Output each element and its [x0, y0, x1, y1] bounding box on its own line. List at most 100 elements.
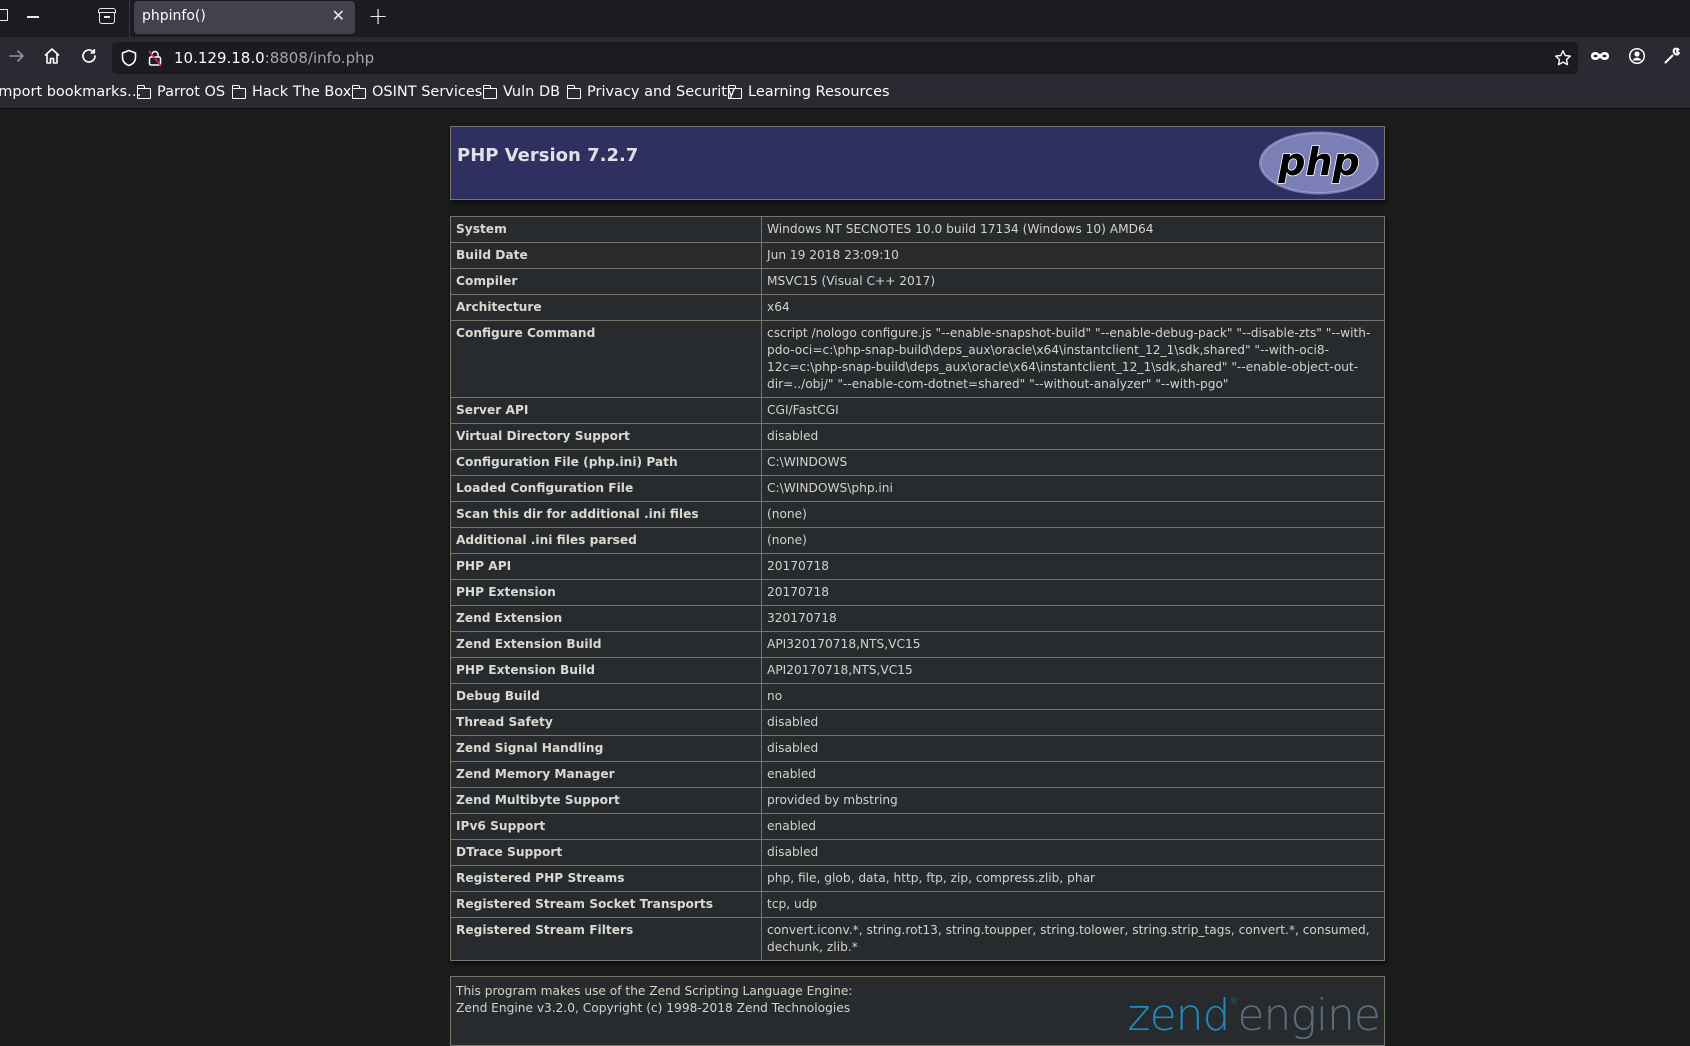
row-value: provided by mbstring	[761, 787, 1385, 814]
bookmark-folder-vuln-db[interactable]: Vuln DB	[482, 84, 560, 100]
table-row: IPv6 Support enabled	[450, 813, 1385, 840]
bookmark-label: Parrot OS	[157, 84, 226, 100]
bookmark-label: Privacy and Security	[587, 84, 736, 100]
star-bookmark-icon[interactable]	[1552, 47, 1574, 69]
row-key: Zend Memory Manager	[450, 761, 762, 788]
table-row: Build Date Jun 19 2018 23:09:10	[450, 242, 1385, 269]
navigation-toolbar: 10.129.18.0:8808/info.php	[0, 37, 1690, 77]
table-row: Configure Command cscript /nologo configu…	[450, 320, 1385, 398]
bookmark-folder-hack-the-box[interactable]: Hack The Box	[231, 84, 352, 100]
php-logo-text: php	[1277, 140, 1359, 184]
table-row: PHP Extension 20170718	[450, 579, 1385, 606]
new-tab-plus-icon[interactable]: +	[368, 2, 388, 30]
table-row: Server API CGI/FastCGI	[450, 397, 1385, 424]
row-value: tcp, udp	[761, 891, 1385, 918]
row-key: Zend Multibyte Support	[450, 787, 762, 814]
bookmark-import[interactable]: Import bookmarks…	[0, 84, 142, 100]
row-value: disabled	[761, 423, 1385, 450]
tab-list-icon[interactable]	[98, 8, 116, 24]
folder-icon	[727, 84, 742, 99]
url-bar[interactable]: 10.129.18.0:8808/info.php	[112, 42, 1578, 74]
table-row: Architecture x64	[450, 294, 1385, 321]
shield-icon[interactable]	[118, 47, 140, 69]
reload-icon[interactable]	[78, 45, 100, 67]
row-value: php, file, glob, data, http, ftp, zip, c…	[761, 865, 1385, 892]
table-row: Loaded Configuration File C:\WINDOWS\php.…	[450, 475, 1385, 502]
row-value: C:\WINDOWS\php.ini	[761, 475, 1385, 502]
php-version-header: PHP Version 7.2.7 php	[450, 126, 1385, 200]
row-key: Zend Extension	[450, 605, 762, 632]
row-key: Thread Safety	[450, 709, 762, 736]
folder-icon	[231, 84, 246, 99]
table-row: Configuration File (php.ini) Path C:\WIND…	[450, 449, 1385, 476]
tab-phpinfo[interactable]: phpinfo() ✕	[134, 1, 355, 34]
row-value: no	[761, 683, 1385, 710]
wrench-tools-icon[interactable]	[1661, 45, 1683, 67]
bookmark-label: Hack The Box	[252, 84, 352, 100]
url-path: :8808/info.php	[264, 49, 375, 67]
row-value: disabled	[761, 839, 1385, 866]
window-restore-icon[interactable]	[0, 9, 8, 21]
row-key: Architecture	[450, 294, 762, 321]
insecure-lock-icon[interactable]	[144, 47, 166, 69]
tab-bar: phpinfo() ✕ +	[0, 0, 1690, 37]
table-row: Zend Memory Manager enabled	[450, 761, 1385, 788]
zend-engine-line-2: Zend Engine v3.2.0, Copyright (c) 1998-2…	[456, 1001, 851, 1015]
row-key: Registered Stream Filters	[450, 917, 762, 961]
php-logo-icon[interactable]: php	[1258, 130, 1380, 196]
close-tab-icon[interactable]: ✕	[332, 6, 345, 25]
row-key: Additional .ini files parsed	[450, 527, 762, 554]
forward-arrow-icon[interactable]	[6, 45, 28, 67]
row-key: Build Date	[450, 242, 762, 269]
zend-engine-box: This program makes use of the Zend Scrip…	[450, 976, 1385, 1046]
row-key: PHP Extension Build	[450, 657, 762, 684]
table-row: Zend Signal Handling disabled	[450, 735, 1385, 762]
table-row: PHP API 20170718	[450, 553, 1385, 580]
folder-icon	[351, 84, 366, 99]
row-key: Configuration File (php.ini) Path	[450, 449, 762, 476]
row-key: Zend Extension Build	[450, 631, 762, 658]
row-key: Configure Command	[450, 320, 762, 398]
php-info-table: System Windows NT SECNOTES 10.0 build 171…	[450, 216, 1385, 961]
home-icon[interactable]	[41, 45, 63, 67]
private-browsing-mask-icon[interactable]	[1589, 45, 1611, 67]
row-key: Debug Build	[450, 683, 762, 710]
row-value: API320170718,NTS,VC15	[761, 631, 1385, 658]
table-row: Registered Stream Filters convert.iconv.*…	[450, 917, 1385, 961]
row-value: CGI/FastCGI	[761, 397, 1385, 424]
zend-engine-logo-icon[interactable]: zend®engine	[1127, 977, 1381, 1041]
row-value: enabled	[761, 813, 1385, 840]
tab-separator	[129, 0, 130, 37]
row-value: 320170718	[761, 605, 1385, 632]
zend-logo-zend: zend	[1127, 990, 1230, 1041]
url-text[interactable]: 10.129.18.0:8808/info.php	[174, 49, 374, 67]
bookmark-folder-osint-services[interactable]: OSINT Services	[351, 84, 482, 100]
bookmark-folder-parrot-os[interactable]: Parrot OS	[136, 84, 226, 100]
table-row: Zend Multibyte Support provided by mbstri…	[450, 787, 1385, 814]
zend-engine-text: This program makes use of the Zend Scrip…	[456, 983, 852, 1017]
account-icon[interactable]	[1626, 45, 1648, 67]
row-key: Scan this dir for additional .ini files	[450, 501, 762, 528]
table-row: Additional .ini files parsed (none)	[450, 527, 1385, 554]
table-row: Registered PHP Streams php, file, glob, d…	[450, 865, 1385, 892]
row-key: PHP API	[450, 553, 762, 580]
row-value: Jun 19 2018 23:09:10	[761, 242, 1385, 269]
row-value: API20170718,NTS,VC15	[761, 657, 1385, 684]
row-value: convert.iconv.*, string.rot13, string.to…	[761, 917, 1385, 961]
row-value: MSVC15 (Visual C++ 2017)	[761, 268, 1385, 295]
row-key: System	[450, 216, 762, 243]
row-key: Registered PHP Streams	[450, 865, 762, 892]
row-value: x64	[761, 294, 1385, 321]
row-key: Zend Signal Handling	[450, 735, 762, 762]
table-row: PHP Extension Build API20170718,NTS,VC15	[450, 657, 1385, 684]
row-value: Windows NT SECNOTES 10.0 build 17134 (Wi…	[761, 216, 1385, 243]
zend-engine-line-1: This program makes use of the Zend Scrip…	[456, 984, 853, 998]
folder-icon	[566, 84, 581, 99]
table-row: System Windows NT SECNOTES 10.0 build 171…	[450, 216, 1385, 243]
bookmark-folder-privacy-security[interactable]: Privacy and Security	[566, 84, 736, 100]
row-key: Server API	[450, 397, 762, 424]
bookmark-folder-learning-resources[interactable]: Learning Resources	[727, 84, 890, 100]
tab-title: phpinfo()	[142, 8, 206, 24]
window-minimize-icon[interactable]	[27, 16, 39, 18]
php-version-title: PHP Version 7.2.7	[457, 145, 639, 166]
